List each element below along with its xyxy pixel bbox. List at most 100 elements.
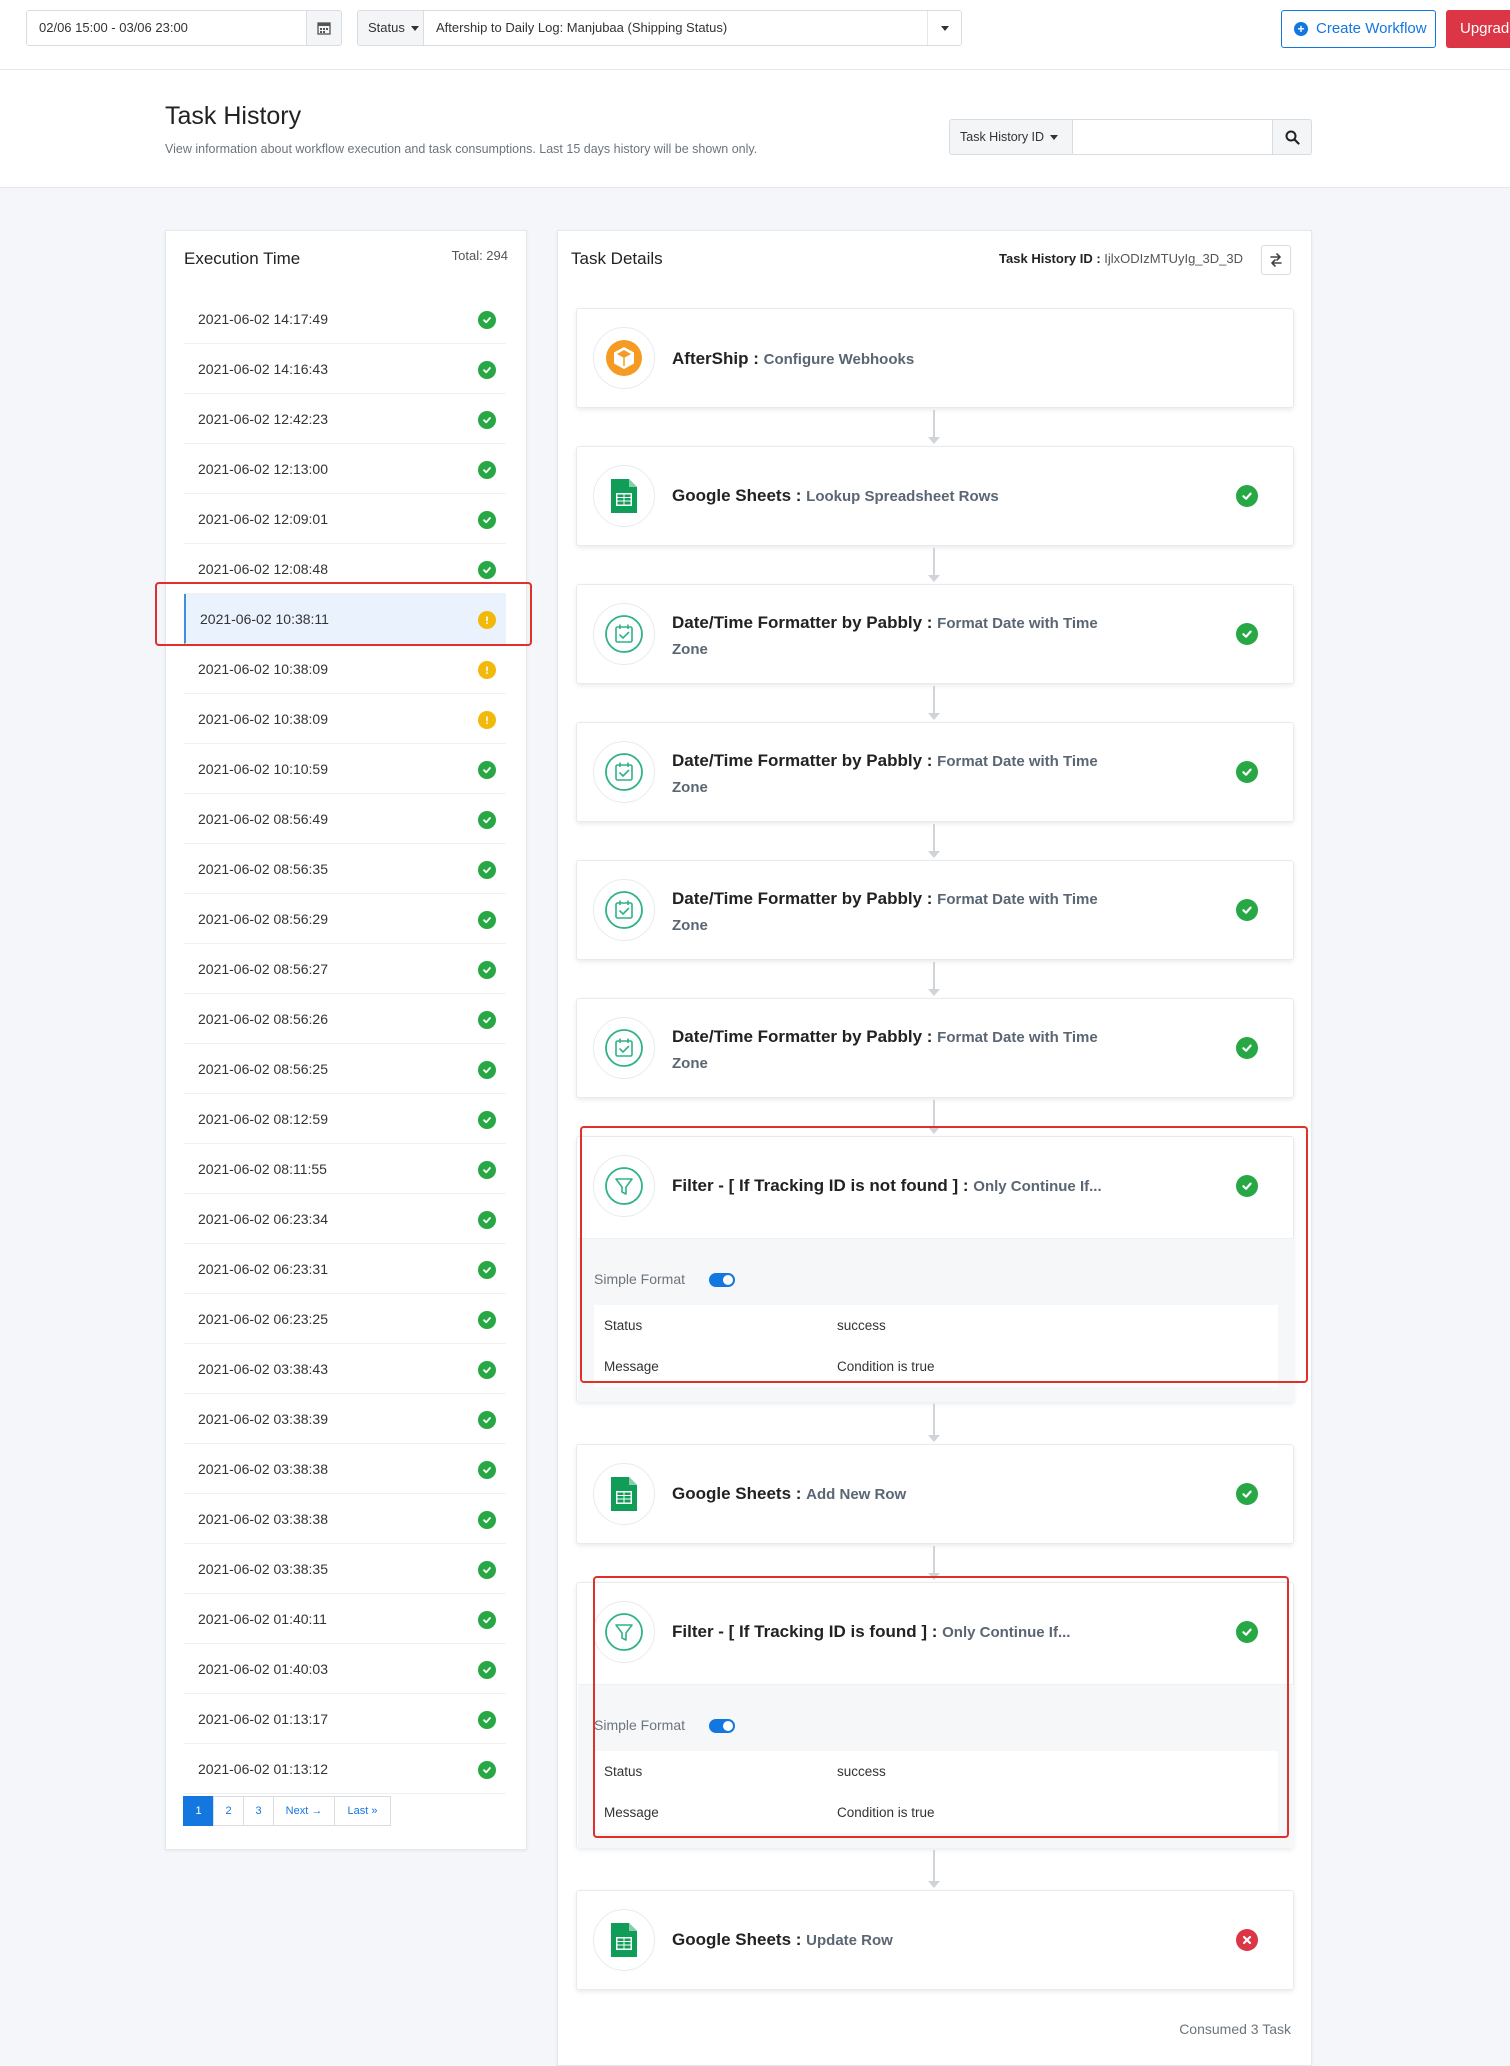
execution-row[interactable]: 2021-06-02 01:13:17 bbox=[184, 1694, 506, 1744]
execution-time: 2021-06-02 10:38:09 bbox=[198, 661, 328, 677]
workflow-step[interactable]: Date/Time Formatter by Pabbly : Format D… bbox=[576, 584, 1294, 684]
execution-row[interactable]: 2021-06-02 01:40:03 bbox=[184, 1644, 506, 1694]
page-2-button[interactable]: 2 bbox=[213, 1796, 244, 1826]
execution-time: 2021-06-02 12:42:23 bbox=[198, 411, 328, 427]
execution-row[interactable]: 2021-06-02 01:13:12 bbox=[184, 1744, 506, 1794]
swap-arrows-icon bbox=[1270, 253, 1282, 267]
execution-row[interactable]: 2021-06-02 12:08:48 bbox=[184, 544, 506, 594]
execution-row[interactable]: 2021-06-02 10:10:59 bbox=[184, 744, 506, 794]
execution-time: 2021-06-02 01:40:03 bbox=[198, 1661, 328, 1677]
execution-time: 2021-06-02 08:11:55 bbox=[198, 1161, 327, 1177]
execution-row[interactable]: 2021-06-02 14:16:43 bbox=[184, 344, 506, 394]
step-app-name: Google Sheets : bbox=[672, 1930, 802, 1949]
workflow-step[interactable]: Date/Time Formatter by Pabbly : Format D… bbox=[576, 860, 1294, 960]
output-key: Message bbox=[604, 1359, 659, 1374]
create-workflow-button[interactable]: + Create Workflow bbox=[1281, 10, 1436, 48]
simple-format-toggle[interactable] bbox=[709, 1719, 735, 1733]
step-connector-arrow bbox=[928, 1404, 940, 1442]
check-circle-icon bbox=[478, 1561, 496, 1579]
check-circle-icon bbox=[478, 1411, 496, 1429]
step-title: Google Sheets : Update Row bbox=[672, 1927, 1112, 1953]
execution-row[interactable]: 2021-06-02 08:56:35 bbox=[184, 844, 506, 894]
search-button[interactable] bbox=[1272, 119, 1312, 155]
execution-row[interactable]: 2021-06-02 12:42:23 bbox=[184, 394, 506, 444]
check-circle-icon bbox=[1236, 899, 1258, 921]
execution-row[interactable]: 2021-06-02 08:56:25 bbox=[184, 1044, 506, 1094]
check-circle-icon bbox=[478, 811, 496, 829]
execution-row[interactable]: 2021-06-02 01:40:11 bbox=[184, 1594, 506, 1644]
execution-row[interactable]: 2021-06-02 08:56:26 bbox=[184, 994, 506, 1044]
upgrade-button[interactable]: Upgrad bbox=[1446, 10, 1510, 48]
workflow-step[interactable]: Google Sheets : Update Row bbox=[576, 1890, 1294, 1990]
check-circle-icon bbox=[478, 961, 496, 979]
workflow-step[interactable]: Filter - [ If Tracking ID is found ] : O… bbox=[576, 1582, 1294, 1848]
execution-list: 2021-06-02 14:17:49 2021-06-02 14:16:43 20… bbox=[184, 294, 506, 1794]
next-page-button[interactable]: Next → bbox=[273, 1796, 335, 1826]
simple-format-label: Simple Format bbox=[594, 1271, 686, 1287]
execution-row[interactable]: 2021-06-02 06:23:25 bbox=[184, 1294, 506, 1344]
execution-time: 2021-06-02 03:38:43 bbox=[198, 1361, 328, 1377]
execution-row[interactable]: 2021-06-02 06:23:34 bbox=[184, 1194, 506, 1244]
step-connector-arrow bbox=[928, 410, 940, 444]
task-history-search-input[interactable] bbox=[1072, 119, 1273, 155]
status-filter-dropdown[interactable]: Status bbox=[357, 10, 424, 46]
execution-row[interactable]: 2021-06-02 03:38:35 bbox=[184, 1544, 506, 1594]
page-3-button[interactable]: 3 bbox=[243, 1796, 274, 1826]
execution-time: 2021-06-02 06:23:31 bbox=[198, 1261, 328, 1277]
execution-time: 2021-06-02 01:13:12 bbox=[198, 1761, 328, 1777]
execution-row[interactable]: 2021-06-02 06:23:31 bbox=[184, 1244, 506, 1294]
execution-row[interactable]: 2021-06-02 10:38:09 bbox=[184, 694, 506, 744]
page-subtitle: View information about workflow executio… bbox=[165, 142, 758, 156]
execution-row[interactable]: 2021-06-02 08:56:29 bbox=[184, 894, 506, 944]
execution-total-count: Total: 294 bbox=[451, 248, 508, 263]
execution-row[interactable]: 2021-06-02 08:56:49 bbox=[184, 794, 506, 844]
calendar-button[interactable] bbox=[306, 10, 342, 46]
check-circle-icon bbox=[478, 761, 496, 779]
check-circle-icon bbox=[478, 1511, 496, 1529]
check-circle-icon bbox=[478, 1361, 496, 1379]
execution-row[interactable]: 2021-06-02 03:38:43 bbox=[184, 1344, 506, 1394]
output-value: Condition is true bbox=[837, 1805, 935, 1820]
execution-row[interactable]: 2021-06-02 08:11:55 bbox=[184, 1144, 506, 1194]
search-type-dropdown[interactable]: Task History ID bbox=[949, 119, 1073, 155]
execution-time-title: Execution Time bbox=[184, 249, 301, 268]
execution-row[interactable]: 2021-06-02 08:12:59 bbox=[184, 1094, 506, 1144]
top-bar: 02/06 15:00 - 03/06 23:00 Status Aftersh… bbox=[0, 0, 1510, 70]
output-value: Condition is true bbox=[837, 1359, 935, 1374]
execution-row[interactable]: 2021-06-02 14:17:49 bbox=[184, 294, 506, 344]
filter-icon bbox=[593, 1601, 655, 1663]
workflow-step[interactable]: Date/Time Formatter by Pabbly : Format D… bbox=[576, 722, 1294, 822]
workflow-step[interactable]: Filter - [ If Tracking ID is not found ]… bbox=[576, 1136, 1294, 1402]
task-history-id: Task History ID : IjlxODIzMTUyIg_3D_3D bbox=[993, 251, 1243, 266]
execution-row[interactable]: 2021-06-02 03:38:38 bbox=[184, 1444, 506, 1494]
execution-time: 2021-06-02 08:56:29 bbox=[198, 911, 328, 927]
workflow-step[interactable]: Date/Time Formatter by Pabbly : Format D… bbox=[576, 998, 1294, 1098]
execution-row[interactable]: 2021-06-02 10:38:11 bbox=[184, 594, 506, 644]
simple-format-toggle[interactable] bbox=[709, 1273, 735, 1287]
workflow-step[interactable]: AfterShip : Configure Webhooks bbox=[576, 308, 1294, 408]
output-key: Message bbox=[604, 1805, 659, 1820]
execution-row[interactable]: 2021-06-02 10:38:09 bbox=[184, 644, 506, 694]
google-sheets-icon bbox=[593, 1909, 655, 1971]
date-range-input[interactable]: 02/06 15:00 - 03/06 23:00 bbox=[26, 10, 307, 46]
execution-row[interactable]: 2021-06-02 08:56:27 bbox=[184, 944, 506, 994]
step-action-name: Only Continue If... bbox=[942, 1624, 1071, 1641]
execution-row[interactable]: 2021-06-02 03:38:38 bbox=[184, 1494, 506, 1544]
execution-row[interactable]: 2021-06-02 03:38:39 bbox=[184, 1394, 506, 1444]
execution-time: 2021-06-02 12:13:00 bbox=[198, 461, 328, 477]
check-circle-icon bbox=[478, 561, 496, 579]
execution-row[interactable]: 2021-06-02 12:09:01 bbox=[184, 494, 506, 544]
workflow-select[interactable]: Aftership to Daily Log: Manjubaa (Shippi… bbox=[423, 10, 962, 46]
calendar-check-icon bbox=[593, 603, 655, 665]
workflow-step[interactable]: Google Sheets : Lookup Spreadsheet Rows bbox=[576, 446, 1294, 546]
rerun-button[interactable] bbox=[1261, 245, 1291, 275]
execution-time: 2021-06-02 06:23:25 bbox=[198, 1311, 328, 1327]
execution-row[interactable]: 2021-06-02 12:13:00 bbox=[184, 444, 506, 494]
check-circle-icon bbox=[478, 1011, 496, 1029]
execution-time: 2021-06-02 10:10:59 bbox=[198, 761, 328, 777]
check-circle-icon bbox=[478, 1711, 496, 1729]
page-1-button[interactable]: 1 bbox=[183, 1796, 214, 1826]
caret-down-icon bbox=[1050, 135, 1059, 141]
workflow-step[interactable]: Google Sheets : Add New Row bbox=[576, 1444, 1294, 1544]
last-page-button[interactable]: Last » bbox=[334, 1796, 391, 1826]
